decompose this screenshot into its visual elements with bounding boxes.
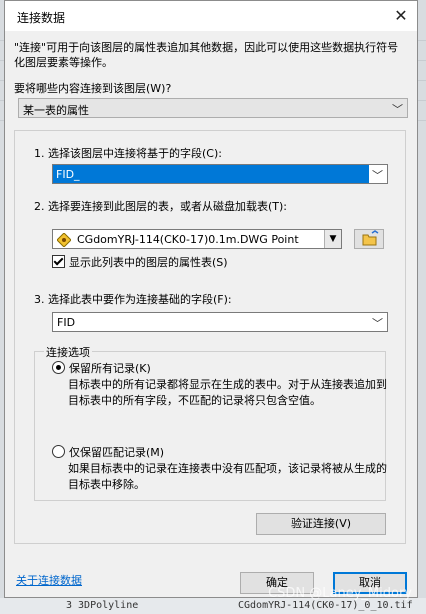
keep-all-description: 目标表中的所有记录都将显示在生成的表中。对于从连接表追加到目标表中的所有字段，不… — [68, 378, 387, 407]
title-bar: 连接数据 ✕ — [5, 1, 417, 31]
chevron-down-icon: ﹀ — [392, 103, 403, 116]
browse-button[interactable] — [354, 229, 384, 249]
show-layer-attr-checkbox[interactable]: 显示此列表中的图层的属性表(S) — [52, 254, 228, 270]
keep-all-radio[interactable]: 保留所有记录(K) — [52, 360, 151, 376]
join-type-label: 要将哪些内容连接到该图层(W)? — [14, 82, 172, 95]
step3-label: 3. 选择此表中要作为连接基础的字段(F): — [34, 293, 232, 306]
join-type-value: 某一表的属性 — [23, 104, 89, 117]
point-layer-icon — [57, 233, 71, 247]
radio-selected[interactable] — [52, 361, 65, 374]
bg-row-left: 3 3DPolyline — [66, 600, 139, 611]
join-field-select[interactable]: FID ﹀ — [52, 312, 388, 332]
step2-label: 2. 选择要连接到此图层的表，或者从磁盘加载表(T): — [34, 200, 287, 213]
chevron-down-icon: ﹀ — [372, 169, 383, 182]
keep-matching-radio[interactable]: 仅保留匹配记录(M) — [52, 444, 164, 460]
bg-row-right: CGdomYRJ-114(CK0-17)_0_10.tif — [238, 600, 413, 611]
layer-field-select[interactable]: FID_ ﹀ — [52, 164, 388, 184]
dialog-title: 连接数据 — [17, 11, 66, 25]
keep-all-label: 保留所有记录(K) — [69, 362, 151, 375]
keep-matching-label: 仅保留匹配记录(M) — [69, 446, 165, 459]
radio-unselected[interactable] — [52, 445, 65, 458]
checkbox-checked[interactable] — [52, 255, 65, 268]
join-type-select[interactable]: 某一表的属性 ﹀ — [18, 98, 408, 118]
folder-icon — [362, 230, 379, 246]
join-table-select[interactable]: CGdomYRJ-114(CK0-17)0.1m.DWG Point ▼ — [52, 229, 342, 249]
dropdown-arrow-icon: ▼ — [324, 230, 341, 248]
join-table-value: CGdomYRJ-114(CK0-17)0.1m.DWG Point — [77, 233, 299, 246]
validate-join-button[interactable]: 验证连接(V) — [256, 513, 386, 535]
chevron-down-icon: ﹀ — [372, 317, 383, 330]
join-options-title: 连接选项 — [44, 344, 92, 360]
layer-field-highlight: FID_ — [53, 165, 369, 183]
watermark-text: CSDN @Laney_Midory — [268, 586, 412, 601]
join-field-value: FID — [57, 316, 76, 329]
keep-matching-description: 如果目标表中的记录在连接表中没有匹配项，该记录将被从生成的目标表中移除。 — [68, 462, 387, 491]
checkbox-label: 显示此列表中的图层的属性表(S) — [69, 256, 228, 269]
close-icon[interactable]: ✕ — [389, 4, 413, 28]
layer-field-value: FID_ — [56, 168, 80, 181]
step1-label: 1. 选择该图层中连接将基于的字段(C): — [34, 147, 222, 160]
intro-text: "连接"可用于向该图层的属性表追加其他数据，因此可以使用这些数据执行符号化图层要… — [14, 41, 399, 69]
about-joining-link[interactable]: 关于连接数据 — [16, 572, 82, 588]
